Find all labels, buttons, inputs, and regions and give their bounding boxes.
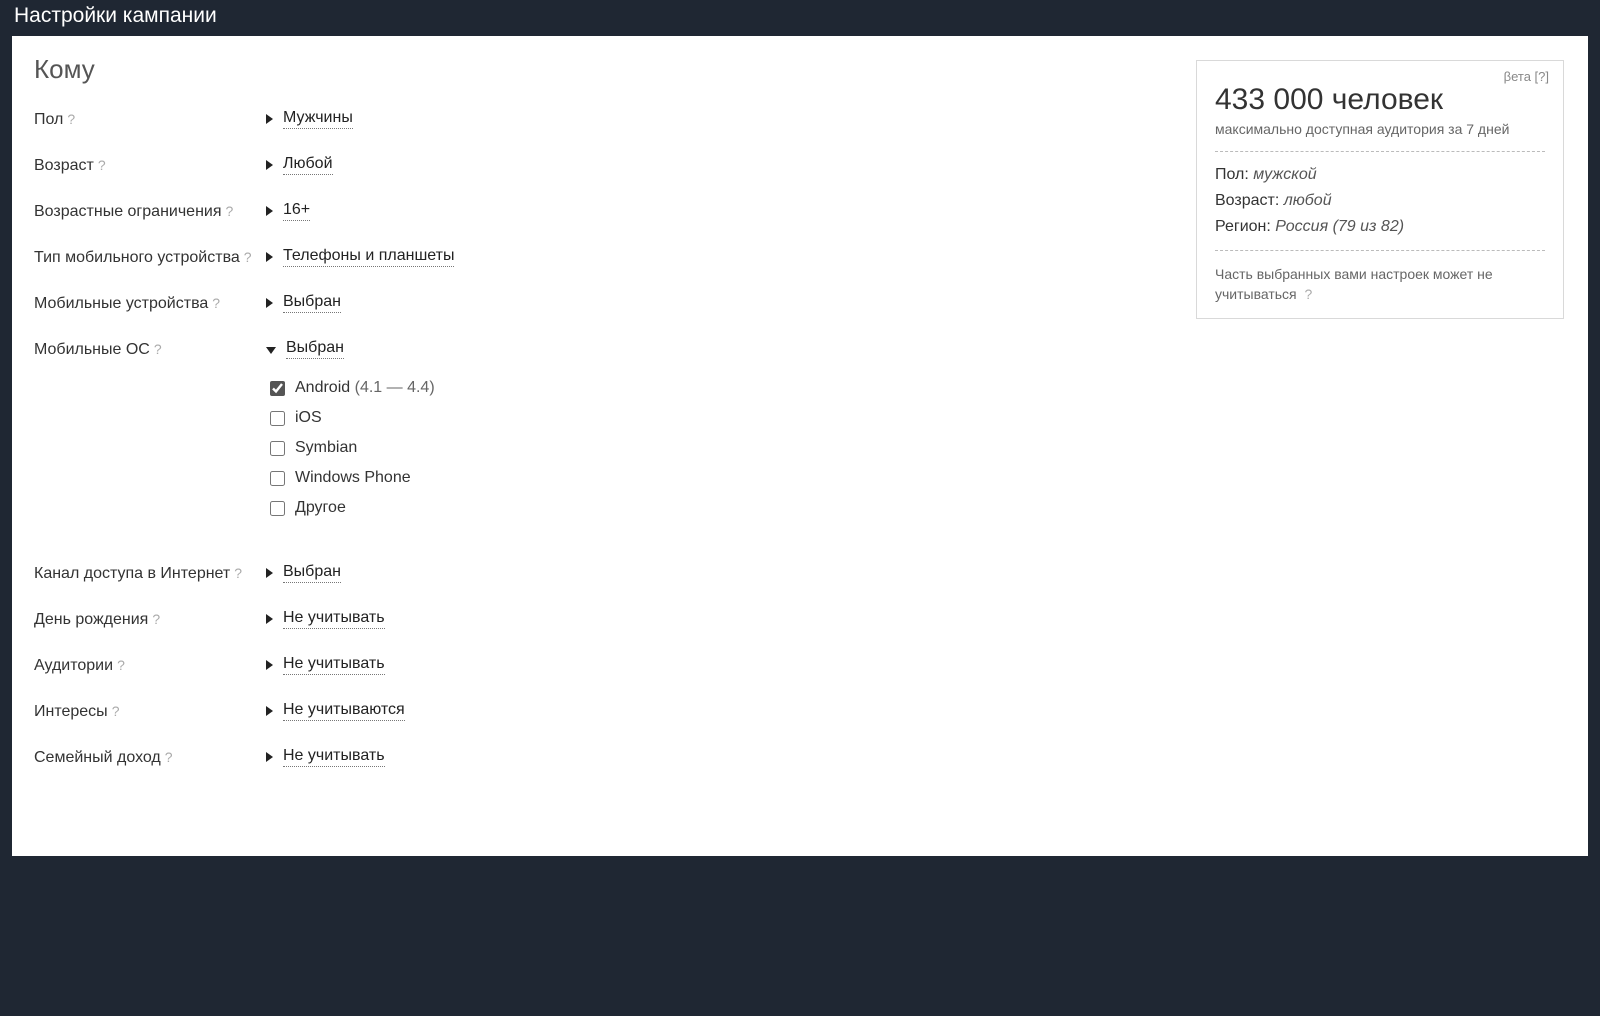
- audience-subline: максимально доступная аудитория за 7 дне…: [1215, 121, 1545, 137]
- label-devices: Мобильные устройства?: [34, 293, 266, 313]
- divider: [1215, 151, 1545, 152]
- label-device-type: Тип мобильного устройства?: [34, 247, 266, 267]
- toggle-mobile-os[interactable]: Выбран: [266, 339, 435, 359]
- help-icon[interactable]: ?: [1305, 286, 1313, 302]
- summary-region: Регион: Россия (79 из 82): [1215, 218, 1545, 236]
- mobile-os-checklist: Android (4.1 — 4.4) iOS Symbian Win: [270, 379, 435, 517]
- row-channel: Канал доступа в Интернет? Выбран: [34, 563, 1566, 583]
- help-icon[interactable]: ?: [67, 111, 75, 127]
- row-birthday: День рождения? Не учитывать: [34, 609, 1566, 629]
- checkbox-wp[interactable]: [270, 471, 285, 486]
- checkbox-ios[interactable]: [270, 411, 285, 426]
- chevron-right-icon: [266, 114, 273, 124]
- os-option-symbian[interactable]: Symbian: [270, 439, 435, 457]
- label-age-limit: Возрастные ограничения?: [34, 201, 266, 221]
- chevron-right-icon: [266, 660, 273, 670]
- chevron-down-icon: [266, 347, 276, 354]
- label-birthday: День рождения?: [34, 609, 266, 629]
- label-channel: Канал доступа в Интернет?: [34, 563, 266, 583]
- help-icon[interactable]: ?: [112, 703, 120, 719]
- value-age: Любой: [283, 155, 333, 175]
- summary-gender: Пол: мужской: [1215, 166, 1545, 184]
- help-icon[interactable]: ?: [98, 157, 106, 173]
- label-mobile-os: Мобильные ОС?: [34, 339, 266, 359]
- value-age-limit: 16+: [283, 201, 310, 221]
- toggle-age[interactable]: Любой: [266, 155, 333, 175]
- value-birthday: Не учитывать: [283, 609, 385, 629]
- window-title: Настройки кампании: [12, 0, 1588, 36]
- audience-count: 433 000 человек: [1215, 83, 1545, 117]
- label-gender: Пол?: [34, 109, 266, 129]
- chevron-right-icon: [266, 568, 273, 578]
- chevron-right-icon: [266, 206, 273, 216]
- toggle-channel[interactable]: Выбран: [266, 563, 341, 583]
- help-icon[interactable]: ?: [244, 249, 252, 265]
- os-option-ios[interactable]: iOS: [270, 409, 435, 427]
- help-icon[interactable]: ?: [212, 295, 220, 311]
- label-audiences: Аудитории?: [34, 655, 266, 675]
- label-income: Семейный доход?: [34, 747, 266, 767]
- value-devices: Выбран: [283, 293, 341, 313]
- toggle-devices[interactable]: Выбран: [266, 293, 341, 313]
- value-channel: Выбран: [283, 563, 341, 583]
- os-option-android[interactable]: Android (4.1 — 4.4): [270, 379, 435, 397]
- row-interests: Интересы? Не учитываются: [34, 701, 1566, 721]
- help-icon[interactable]: ?: [117, 657, 125, 673]
- settings-panel: Кому Пол? Мужчины Возраст?: [12, 36, 1588, 856]
- toggle-gender[interactable]: Мужчины: [266, 109, 353, 129]
- os-option-other[interactable]: Другое: [270, 499, 435, 517]
- help-icon[interactable]: ?: [226, 203, 234, 219]
- row-mobile-os: Мобильные ОС? Выбран Android (4.1 — 4.4): [34, 339, 1566, 537]
- toggle-age-limit[interactable]: 16+: [266, 201, 310, 221]
- row-audiences: Аудитории? Не учитывать: [34, 655, 1566, 675]
- value-income: Не учитывать: [283, 747, 385, 767]
- audience-estimate-box: βета [?] 433 000 человек максимально дос…: [1196, 60, 1564, 319]
- divider: [1215, 250, 1545, 251]
- checkbox-android[interactable]: [270, 381, 285, 396]
- toggle-income[interactable]: Не учитывать: [266, 747, 385, 767]
- toggle-interests[interactable]: Не учитываются: [266, 701, 405, 721]
- value-audiences: Не учитывать: [283, 655, 385, 675]
- help-icon[interactable]: ?: [152, 611, 160, 627]
- value-gender: Мужчины: [283, 109, 353, 129]
- help-icon[interactable]: ?: [234, 565, 242, 581]
- value-device-type: Телефоны и планшеты: [283, 247, 454, 267]
- help-icon[interactable]: ?: [165, 749, 173, 765]
- chevron-right-icon: [266, 706, 273, 716]
- value-mobile-os: Выбран: [286, 339, 344, 359]
- audience-note: Часть выбранных вами настроек может не у…: [1215, 265, 1545, 304]
- row-income: Семейный доход? Не учитывать: [34, 747, 1566, 767]
- chevron-right-icon: [266, 752, 273, 762]
- help-icon[interactable]: ?: [154, 341, 162, 357]
- os-option-wp[interactable]: Windows Phone: [270, 469, 435, 487]
- toggle-audiences[interactable]: Не учитывать: [266, 655, 385, 675]
- chevron-right-icon: [266, 614, 273, 624]
- value-interests: Не учитываются: [283, 701, 405, 721]
- summary-age: Возраст: любой: [1215, 192, 1545, 210]
- label-age: Возраст?: [34, 155, 266, 175]
- toggle-birthday[interactable]: Не учитывать: [266, 609, 385, 629]
- checkbox-symbian[interactable]: [270, 441, 285, 456]
- chevron-right-icon: [266, 160, 273, 170]
- chevron-right-icon: [266, 252, 273, 262]
- label-interests: Интересы?: [34, 701, 266, 721]
- toggle-device-type[interactable]: Телефоны и планшеты: [266, 247, 454, 267]
- checkbox-other[interactable]: [270, 501, 285, 516]
- beta-badge[interactable]: βета [?]: [1504, 69, 1549, 84]
- chevron-right-icon: [266, 298, 273, 308]
